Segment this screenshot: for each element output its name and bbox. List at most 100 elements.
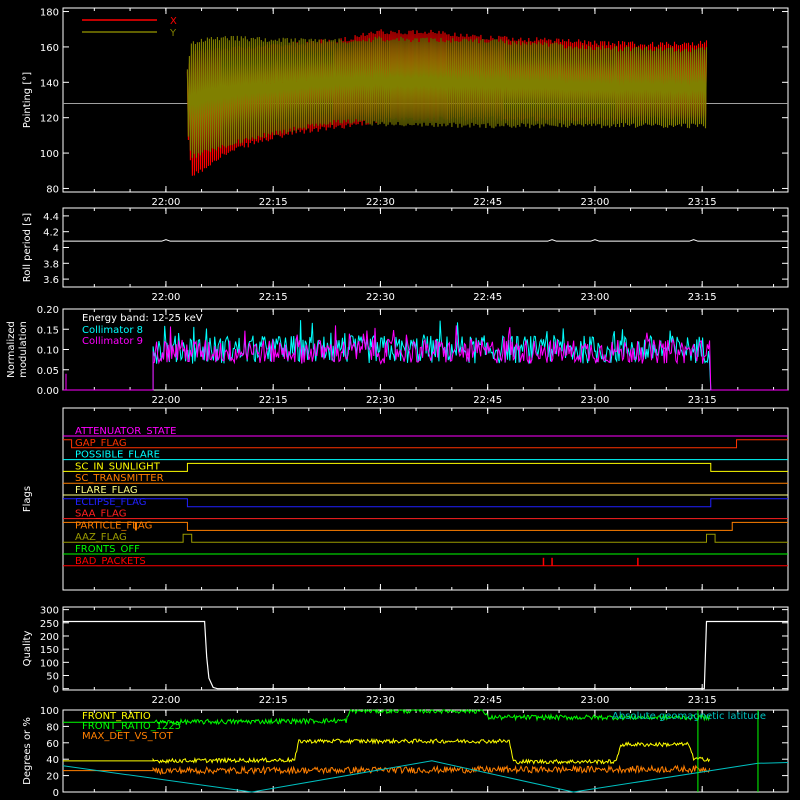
y-tick-label: 140 <box>40 78 59 89</box>
flag-label: ECLIPSE_FLAG <box>75 497 146 508</box>
x-tick-label: 22:00 <box>152 292 181 303</box>
flag-gap-flag: GAP_FLAG <box>63 438 788 449</box>
plot-frame <box>62 606 789 691</box>
y-axis-label-line: Normalized <box>6 321 17 378</box>
energy-band-annotation: Energy band: 12-25 keV <box>82 313 203 324</box>
y-tick-label: 100 <box>40 149 59 160</box>
legend-label: Collimator 9 <box>82 336 143 347</box>
flag-sc-transmitter: SC_TRANSMITTER <box>63 473 788 484</box>
roll-period-line <box>63 239 788 242</box>
y-tick-label: 0 <box>53 685 59 696</box>
x-tick-label: 22:00 <box>152 395 181 406</box>
flag-label: FLARE_FLAG <box>75 485 138 496</box>
flag-label: ATTENUATOR_STATE <box>75 426 176 437</box>
x-tick-label: 23:00 <box>581 292 610 303</box>
x-tick-label: 23:00 <box>581 395 610 406</box>
flag-sc-in-sunlight: SC_IN_SUNLIGHT <box>63 461 788 472</box>
flag-fronts-off: FRONTS_OFF <box>63 544 788 555</box>
y-tick-label: 3.8 <box>43 259 59 270</box>
y-tick-label: 80 <box>46 722 59 733</box>
series-front-ratio-line <box>63 737 711 766</box>
flag-trace <box>63 533 788 543</box>
x-tick-label: 22:45 <box>473 395 502 406</box>
y-tick-label: 80 <box>46 184 59 195</box>
y-axis-label: Normalizedmodulation <box>6 321 29 378</box>
flag-attenuator-state: ATTENUATOR_STATE <box>63 426 788 437</box>
flag-label: FRONTS_OFF <box>75 544 140 555</box>
legend-label: MAX_DET_VS_TOT <box>82 731 174 742</box>
y-tick-label: 300 <box>40 606 59 617</box>
panel-flags: Flags ATTENUATOR_STATEGAP_FLAGPOSSIBLE_FL… <box>22 407 789 591</box>
y-tick-label: 20 <box>46 772 59 783</box>
y-tick-label: 200 <box>40 632 59 643</box>
plot-frame <box>62 207 789 288</box>
flag-eclipse-flag: ECLIPSE_FLAG <box>63 497 788 508</box>
y-axis-label: Roll period [s] <box>22 213 33 282</box>
legend-label: X <box>170 16 177 27</box>
panel-quality: 22:00 22:15 22:30 22:45 23:00 23:15 0 50 100 150 2… <box>22 606 789 706</box>
flag-trace <box>63 439 788 449</box>
panel-roll: 22:00 22:15 22:30 22:45 23:00 23:15 3.6 3.8 4 4.2… <box>22 207 789 303</box>
legend-label: Collimator 8 <box>82 325 143 336</box>
panel-degrees: 020406080100Degrees or %FRONT_RATIOFRONT… <box>22 706 789 799</box>
x-tick-label: 22:00 <box>152 695 181 706</box>
legend-label: Y <box>169 28 177 39</box>
flag-label: PARTICLE_FLAG <box>75 520 152 531</box>
panel-pointing: 22:00 22:15 22:30 22:45 23:00 23:15 80 100 120 14… <box>22 7 789 208</box>
y-tick-label: 4.2 <box>43 228 59 239</box>
x-tick-label: 22:15 <box>259 695 288 706</box>
flag-label: SC_IN_SUNLIGHT <box>75 461 161 472</box>
y-tick-label: 4 <box>53 244 59 255</box>
x-tick-label: 23:15 <box>688 395 717 406</box>
legend-label: Absolute geomagnetic latitude <box>612 711 766 722</box>
y-tick-label: 250 <box>40 619 59 630</box>
figure: 22:00 22:15 22:30 22:45 23:00 23:15 80 100 120 14… <box>6 7 789 799</box>
x-tick-label: 23:15 <box>688 197 717 208</box>
x-tick-label: 22:00 <box>152 197 181 208</box>
y-tick-label: 100 <box>40 658 59 669</box>
x-tick-label: 22:15 <box>259 395 288 406</box>
flag-saa-flag: SAA_FLAG <box>63 509 788 520</box>
flag-aaz-flag: AAZ_FLAG <box>63 532 788 543</box>
y-tick-label: 0.10 <box>37 346 59 357</box>
flag-label: BAD_PACKETS <box>75 556 146 567</box>
y-tick-label: 150 <box>40 645 59 656</box>
flag-bad-packets: BAD_PACKETS <box>63 556 788 567</box>
flag-particle-flag: PARTICLE_FLAG <box>63 520 788 531</box>
panel-modulation: 22:00 22:15 22:30 22:45 23:00 23:15 0.00 0.05 0.… <box>6 305 789 406</box>
y-tick-label: 100 <box>40 706 59 717</box>
y-tick-label: 40 <box>46 755 59 766</box>
x-tick-label: 22:30 <box>366 292 395 303</box>
y-tick-label: 0.05 <box>37 366 59 377</box>
y-axis-label: Pointing [°] <box>22 72 33 128</box>
x-tick-label: 22:15 <box>259 292 288 303</box>
flag-label: SAA_FLAG <box>75 509 126 520</box>
x-tick-label: 22:45 <box>473 695 502 706</box>
x-tick-label: 23:15 <box>688 695 717 706</box>
flag-flare-flag: FLARE_FLAG <box>63 485 788 496</box>
y-axis-label-line: modulation <box>18 321 29 378</box>
x-tick-label: 23:15 <box>688 292 717 303</box>
flag-label: GAP_FLAG <box>75 438 127 449</box>
flag-label: AAZ_FLAG <box>75 532 127 543</box>
x-tick-label: 22:30 <box>366 695 395 706</box>
flag-trace <box>63 521 788 531</box>
flag-label: SC_TRANSMITTER <box>75 473 164 484</box>
y-axis-label: Quality <box>22 631 33 667</box>
quality-line <box>63 620 788 690</box>
y-tick-label: 120 <box>40 114 59 125</box>
series-collimator-9-line <box>63 325 788 391</box>
y-tick-label: 160 <box>40 43 59 54</box>
flag-trace <box>63 462 788 472</box>
y-tick-label: 60 <box>46 739 59 750</box>
x-tick-label: 22:30 <box>366 197 395 208</box>
y-tick-label: 180 <box>40 8 59 19</box>
series-max-det-vs-tot-line <box>63 764 711 776</box>
series-absolute-geomagnetic-latitude-line <box>62 760 789 793</box>
y-axis-label: Flags <box>22 486 33 512</box>
x-tick-label: 22:15 <box>259 197 288 208</box>
y-tick-label: 0.15 <box>37 325 59 336</box>
x-tick-label: 23:00 <box>581 695 610 706</box>
y-tick-label: 3.6 <box>43 275 59 286</box>
flag-trace <box>63 498 788 508</box>
